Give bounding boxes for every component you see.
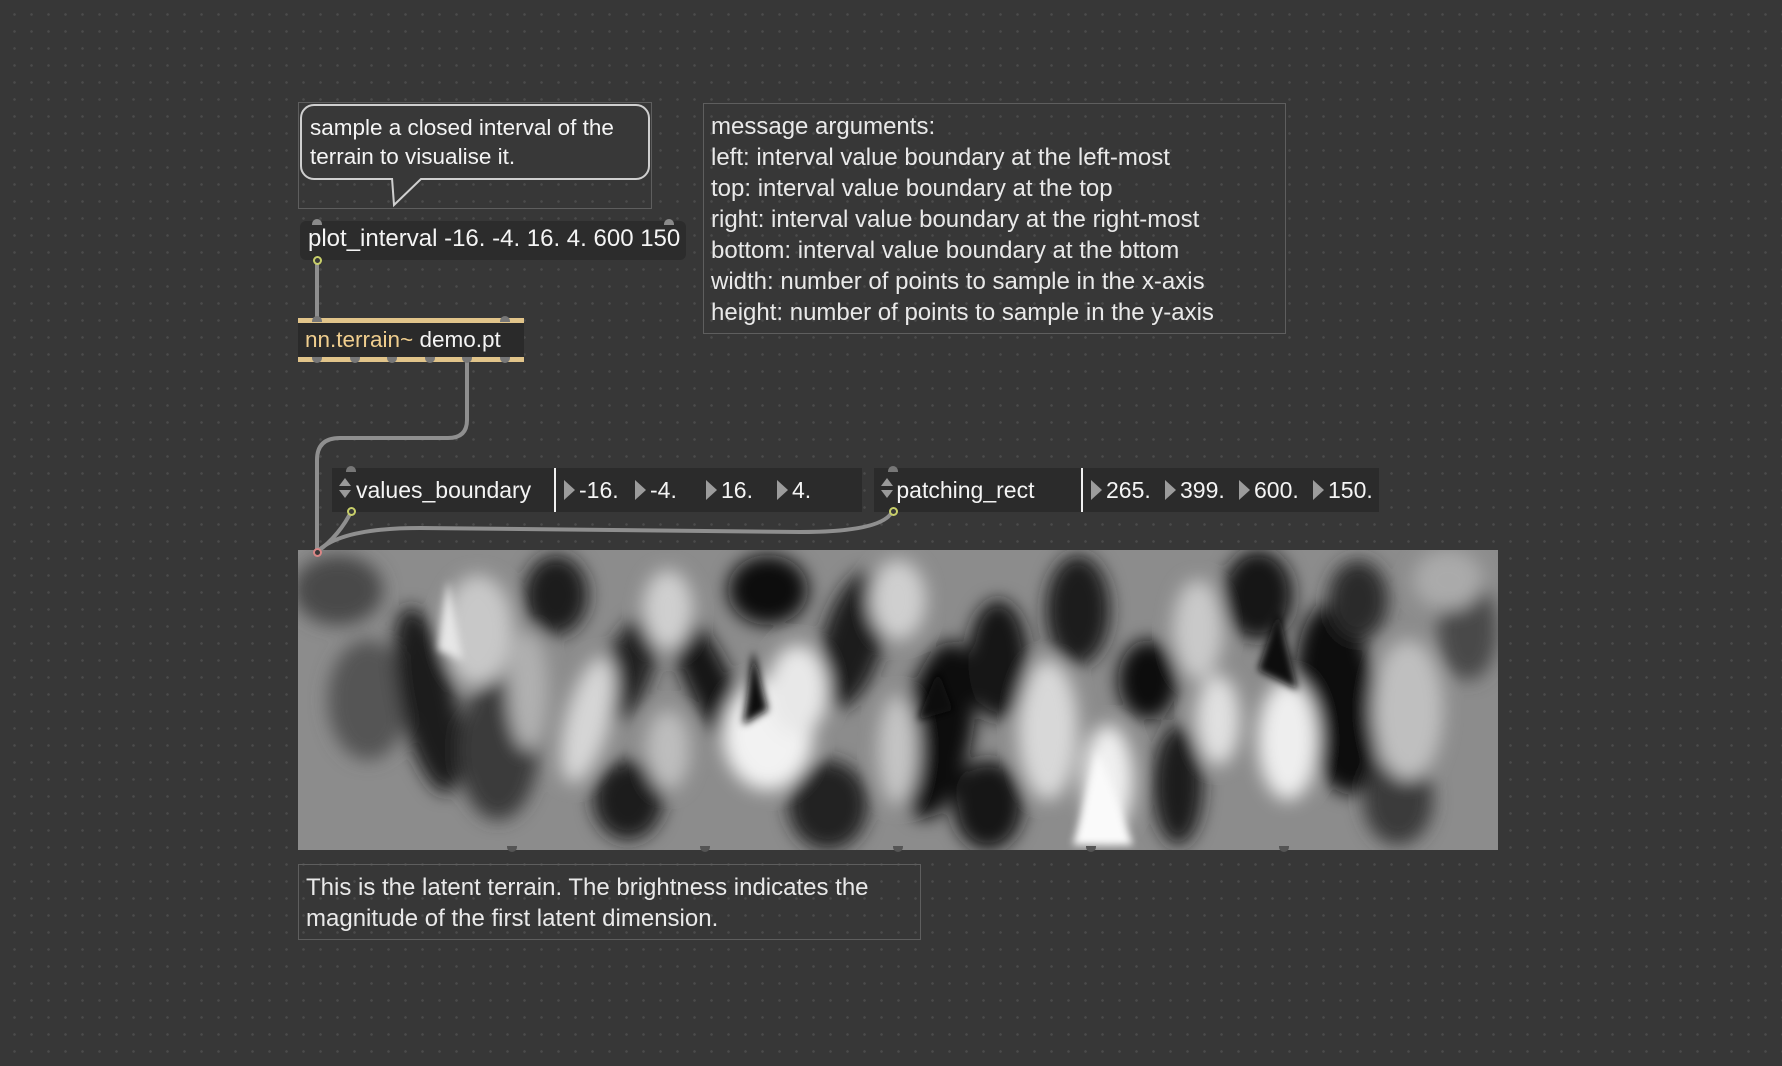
patching-rect-value-1[interactable]: 265. [1090,477,1165,504]
number-arrow-icon [1090,480,1102,500]
bubble-comment-line-1: sample a closed interval of the [310,115,614,140]
values-boundary-stepper-icon[interactable] [332,468,356,512]
patching-rect-value-3[interactable]: 600. [1238,477,1313,504]
arguments-comment-line-1: message arguments: [711,113,936,140]
arguments-comment-line-4: right: interval value boundary at the ri… [711,206,1200,233]
patching-rect-inlet[interactable] [888,466,898,472]
number-arrow-icon [564,480,575,500]
values-boundary-value-3[interactable]: 16. [706,477,777,504]
arguments-comment-line-2: left: interval value boundary at the lef… [711,144,1170,171]
bubble-comment[interactable]: sample a closed interval of the terrain … [300,104,650,180]
message-outlet[interactable] [313,256,322,265]
object-class-name: nn.terrain~ [305,327,414,352]
object-outlet-6[interactable] [500,357,510,363]
number-arrow-icon [1312,480,1324,500]
object-outlet-5[interactable] [462,357,472,363]
terrain-outlet-2[interactable] [700,846,710,852]
latent-terrain-comment[interactable]: This is the latent terrain. The brightne… [298,864,921,940]
latent-terrain-grayscale-image [298,550,1498,850]
object-argument: demo.pt [419,327,501,352]
values-boundary-inlet[interactable] [346,466,356,472]
patching-rect-stepper-icon[interactable] [874,468,896,512]
arguments-comment-line-6: width: number of points to sample in the… [711,268,1205,295]
arguments-comment-line-5: bottom: interval value boundary at the b… [711,237,1180,264]
patch-cord-attrui-values-to-terrain [315,509,354,554]
message-arguments-comment[interactable]: message arguments: left: interval value … [703,103,1286,334]
bubble-pointer [391,178,423,208]
patch-cord-object-to-terrain [315,360,469,552]
object-outlet-2[interactable] [350,357,360,363]
terrain-comment-line-1: This is the latent terrain. The brightne… [306,874,869,901]
patching-rect-value-4[interactable]: 150. [1312,477,1379,504]
message-inlet[interactable] [312,219,322,225]
attrui-values-boundary[interactable]: values_boundary -16. -4. 16. 4. [332,468,862,512]
nn-terrain-object[interactable]: nn.terrain~ demo.pt [298,318,524,362]
object-inlet-left[interactable] [312,316,322,322]
terrain-outlet-5[interactable] [1279,846,1289,852]
object-outlet-4[interactable] [425,357,435,363]
arguments-comment-line-7: height: number of points to sample in th… [711,299,1214,326]
values-boundary-attribute-name: values_boundary [356,477,532,503]
patching-rect-outlet[interactable] [889,507,898,516]
patching-rect-value-2[interactable]: 399. [1164,477,1239,504]
bubble-comment-line-2: terrain to visualise it. [310,144,516,169]
terrain-comment-line-2: magnitude of the first latent dimension. [306,905,719,932]
object-outlet-3[interactable] [387,357,397,363]
values-boundary-value-4[interactable]: 4. [777,477,837,504]
patch-cord-attrui-rect-to-terrain [315,509,895,554]
attrui-patching-rect[interactable]: patching_rect 265. 399. 600. 150. [874,468,1379,512]
object-outlet-1[interactable] [312,357,322,363]
number-arrow-icon [1238,480,1250,500]
values-boundary-outlet[interactable] [347,507,356,516]
number-arrow-icon [777,480,788,500]
plot-interval-message-box[interactable]: plot_interval -16. -4. 16. 4. 600 150 [300,221,686,260]
object-inlet-right[interactable] [500,316,510,322]
message-inlet-right[interactable] [664,219,674,225]
latent-terrain-display[interactable] [298,550,1498,850]
values-boundary-value-2[interactable]: -4. [635,477,706,504]
patching-rect-attribute-name: patching_rect [896,477,1035,503]
values-boundary-value-1[interactable]: -16. [564,477,635,504]
number-arrow-icon [1164,480,1176,500]
terrain-outlet-4[interactable] [1086,846,1096,852]
number-arrow-icon [635,480,646,500]
arguments-comment-line-3: top: interval value boundary at the top [711,175,1113,202]
terrain-outlet-1[interactable] [507,846,517,852]
terrain-inlet[interactable] [313,548,322,557]
number-arrow-icon [706,480,717,500]
plot-interval-message-text: plot_interval -16. -4. 16. 4. 600 150 [308,225,681,252]
terrain-outlet-3[interactable] [893,846,903,852]
